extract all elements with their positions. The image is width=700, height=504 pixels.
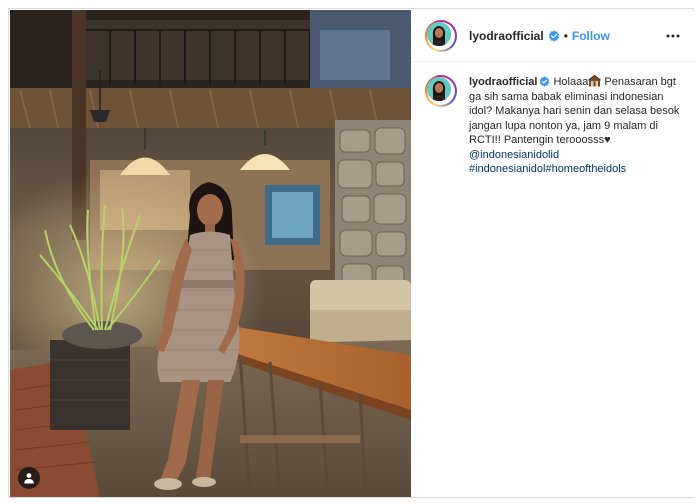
avatar-image [427, 21, 451, 46]
heart-emoji: ♥ [604, 134, 611, 146]
avatar[interactable] [425, 19, 457, 52]
follow-button[interactable]: Follow [572, 29, 610, 43]
hashtag-link-indonesianidol[interactable]: #indonesianidol [469, 163, 545, 175]
avatar-image [427, 77, 451, 101]
post-photo[interactable] [10, 10, 411, 497]
caption-username-link[interactable]: lyodraofficial [469, 76, 537, 88]
post-side-panel: lyodraofficial • Follow lyodraofficial H… [412, 10, 694, 497]
mention-link[interactable]: @indonesianidolid [469, 149, 559, 161]
hashtag-link-homeoftheidols[interactable]: #homeoftheidols [545, 163, 626, 175]
caption-avatar[interactable] [425, 75, 457, 107]
separator-dot: • [563, 28, 568, 43]
verified-badge-icon [548, 29, 559, 42]
instagram-post-embed: lyodraofficial • Follow lyodraofficial H… [8, 8, 694, 498]
post-header: lyodraofficial • Follow [412, 10, 694, 62]
cafe-scene-image [10, 10, 411, 497]
username-link[interactable]: lyodraofficial [469, 29, 544, 43]
verified-badge-icon [540, 76, 550, 87]
more-options-icon [666, 34, 680, 37]
more-options-button[interactable] [664, 27, 682, 45]
post-caption: lyodraofficial Holaaa Penasaran bgt ga si… [412, 62, 694, 177]
caption-text: lyodraofficial Holaaa Penasaran bgt ga si… [469, 75, 682, 177]
user-tag-button[interactable] [18, 467, 40, 489]
user-tag-icon [24, 473, 34, 484]
caption-text-part-1: Holaaa [553, 76, 589, 88]
house-emoji-icon [588, 75, 602, 87]
